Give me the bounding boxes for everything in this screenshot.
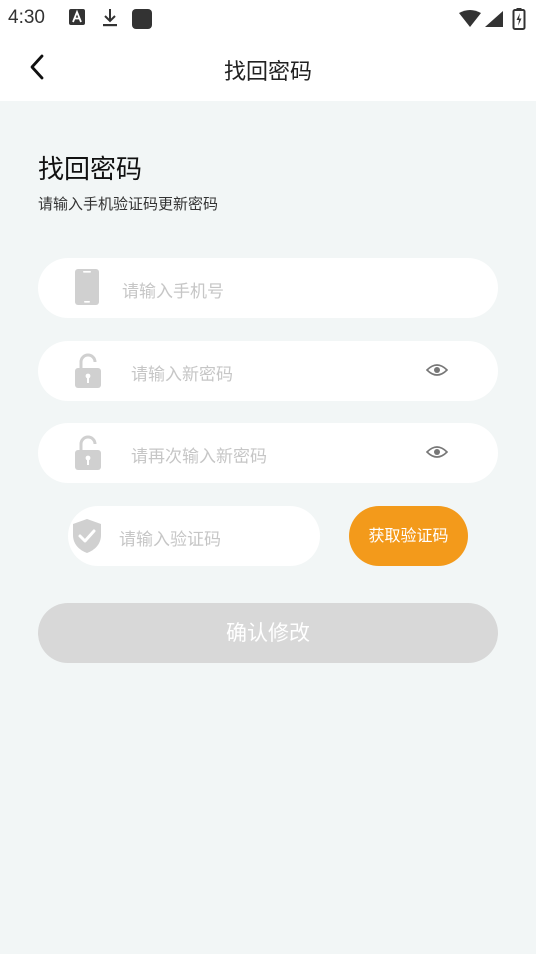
- main-content: 找回密码 请输入手机验证码更新密码 请输入手机号 请输入新密码 请再次输入新密码…: [0, 101, 536, 954]
- new-password-placeholder: 请输入新密码: [131, 365, 233, 385]
- app-notification-icon: [132, 9, 152, 29]
- confirm-change-button[interactable]: 确认修改: [38, 603, 498, 663]
- battery-charging-icon: [512, 8, 526, 30]
- phone-field[interactable]: 请输入手机号: [38, 258, 498, 318]
- unlock-icon: [75, 353, 101, 388]
- phone-placeholder: 请输入手机号: [122, 282, 224, 302]
- wifi-icon: [459, 10, 481, 27]
- download-icon: [103, 9, 117, 27]
- status-time: 4:30: [8, 7, 45, 28]
- nav-bar: 找回密码: [0, 36, 536, 101]
- status-bar: 4:30: [0, 0, 536, 36]
- confirm-password-field[interactable]: 请再次输入新密码: [38, 423, 498, 483]
- unlock-icon: [75, 435, 101, 470]
- cellular-signal-icon: [485, 11, 503, 27]
- phone-icon: [75, 269, 99, 305]
- get-code-button[interactable]: 获取验证码: [349, 506, 468, 566]
- verification-code-field[interactable]: 请输入验证码: [68, 506, 320, 566]
- show-password-eye-icon[interactable]: [426, 361, 448, 379]
- new-password-field[interactable]: 请输入新密码: [38, 341, 498, 401]
- confirm-password-placeholder: 请再次输入新密码: [131, 447, 267, 467]
- show-password-eye-icon[interactable]: [426, 443, 448, 461]
- notification-a-icon: [69, 9, 85, 25]
- page-subheading: 请输入手机验证码更新密码: [38, 195, 219, 213]
- verification-code-placeholder: 请输入验证码: [119, 530, 221, 550]
- page-heading: 找回密码: [38, 155, 143, 185]
- nav-title: 找回密码: [223, 60, 312, 85]
- shield-check-icon: [73, 519, 101, 553]
